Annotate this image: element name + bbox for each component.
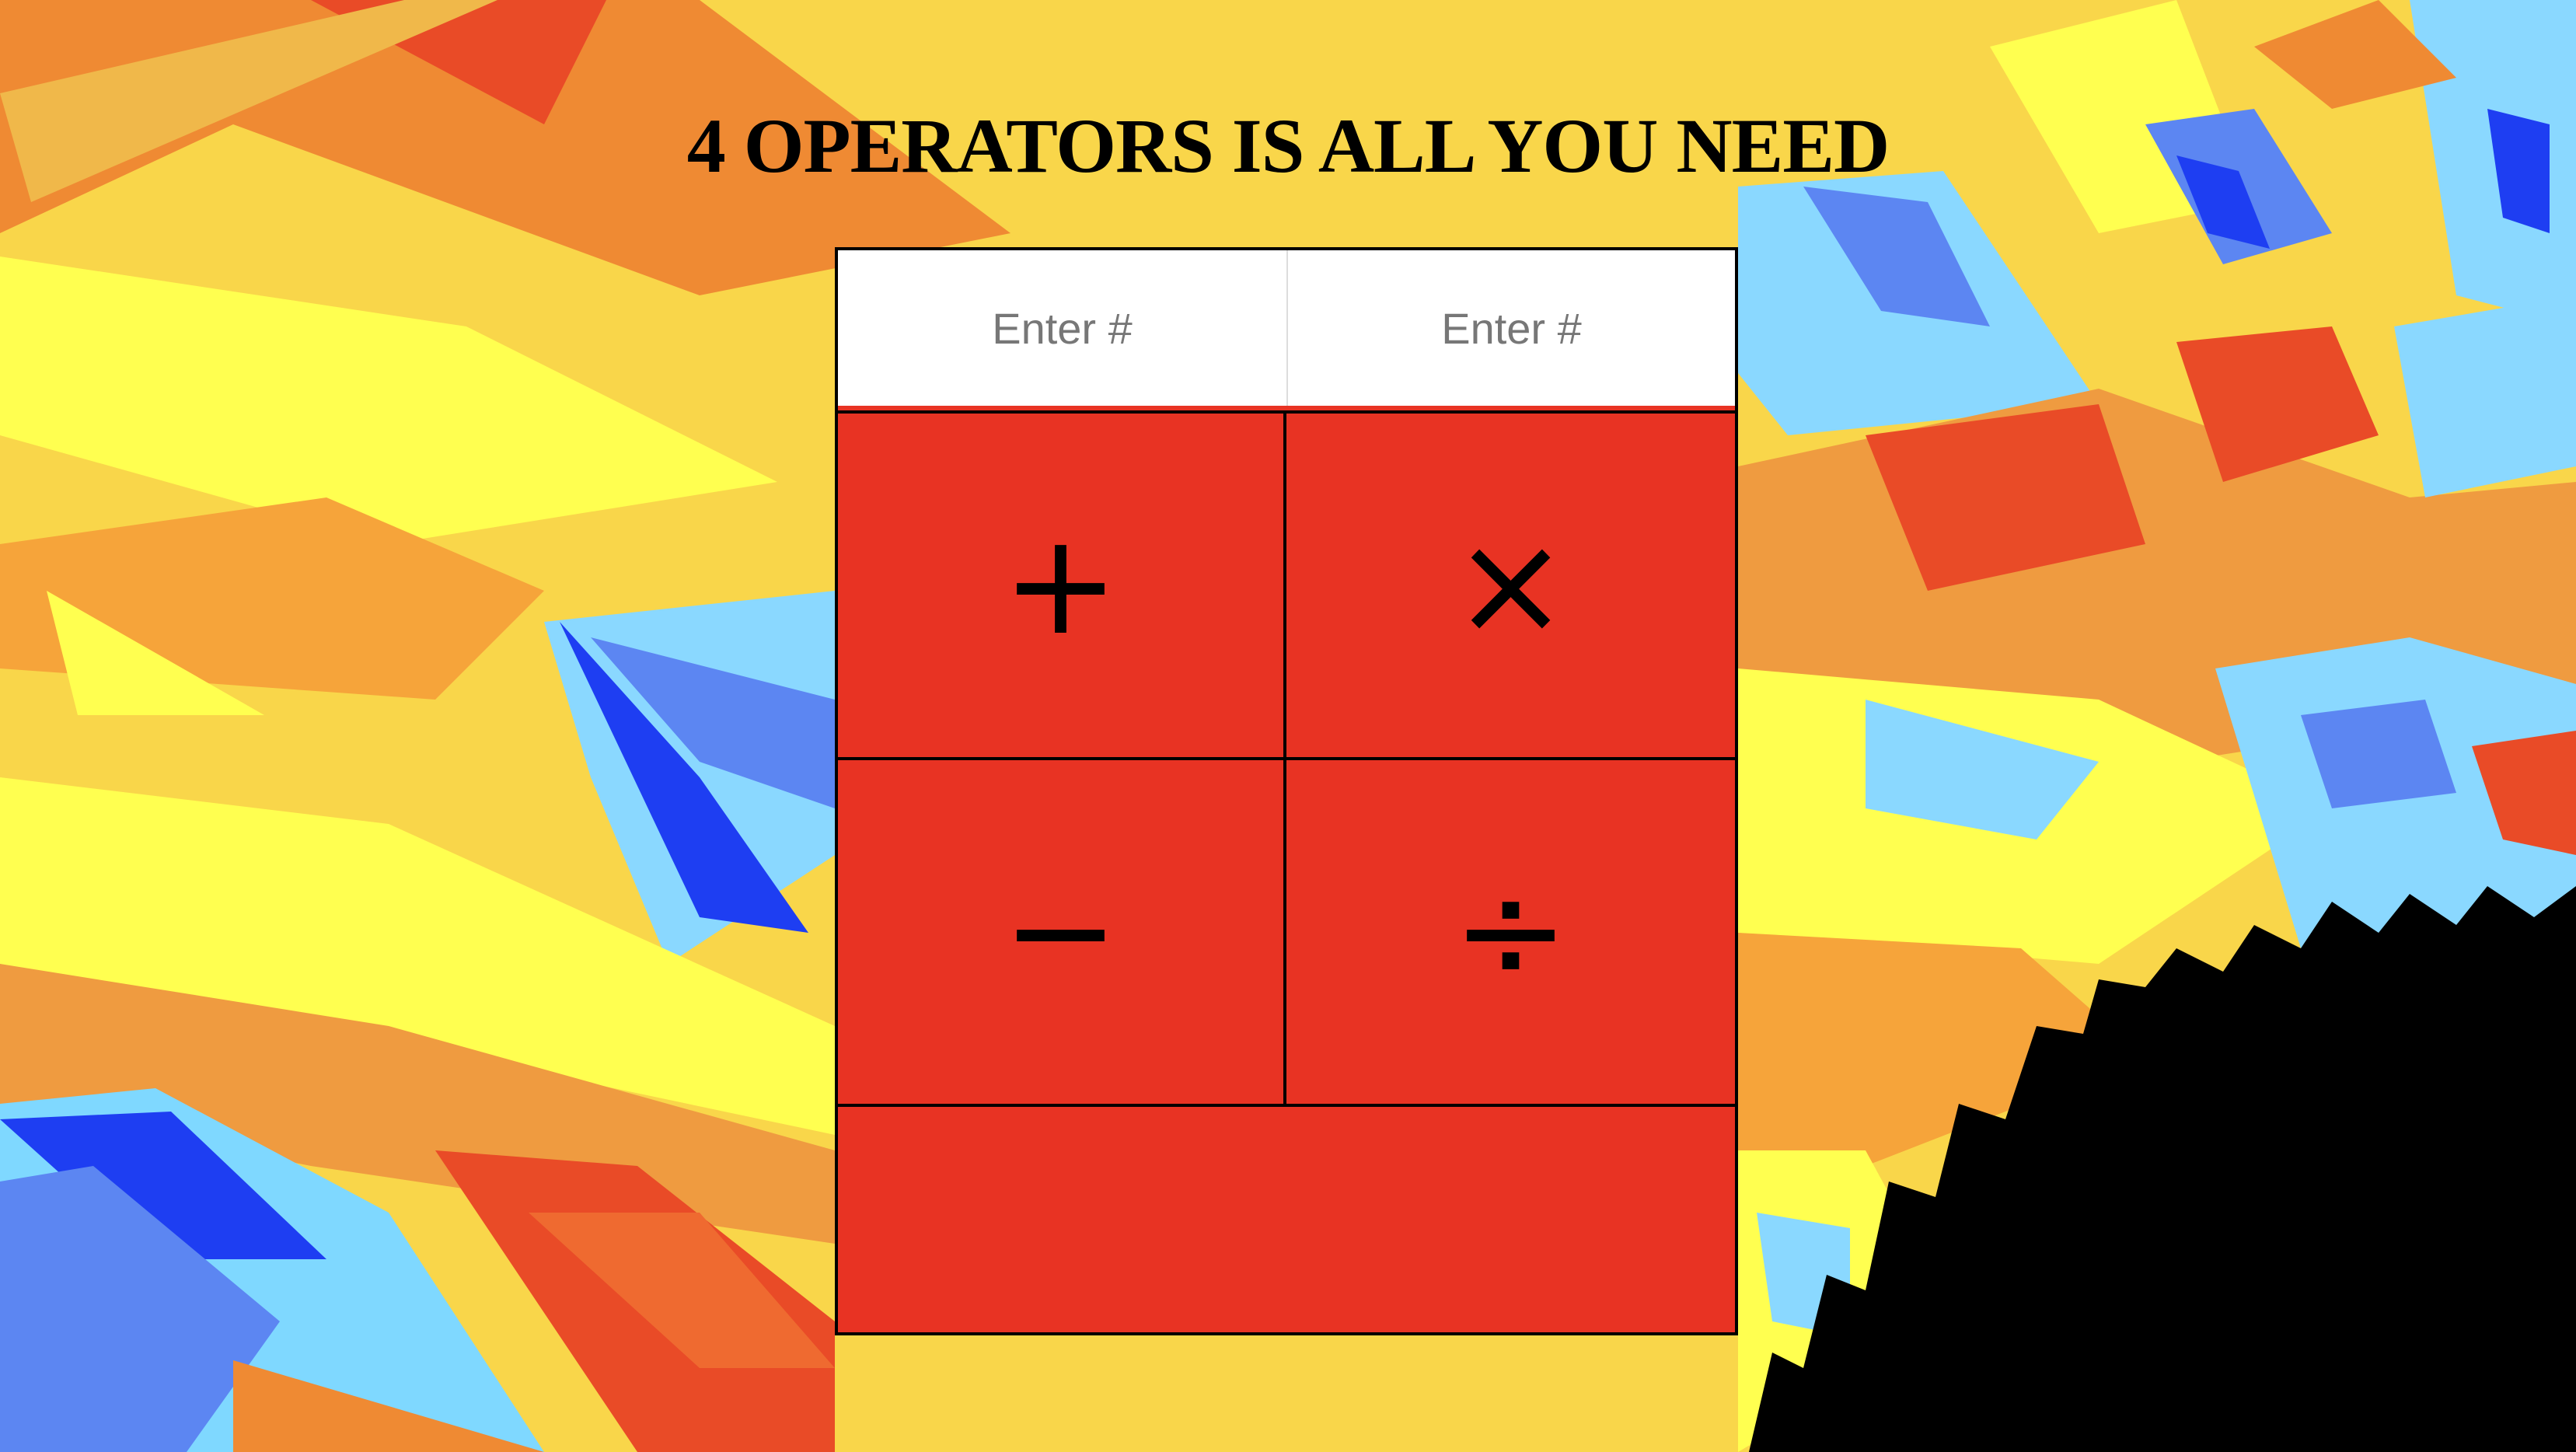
subtract-button[interactable]: − xyxy=(838,760,1286,1107)
multiply-button[interactable]: × xyxy=(1286,414,1735,760)
divide-icon: ÷ xyxy=(1452,850,1569,1013)
result-display xyxy=(838,1108,1735,1332)
operator-grid: + × − ÷ xyxy=(838,410,1735,1107)
second-number-input[interactable] xyxy=(1286,250,1735,406)
page-title: 4 OPERATORS IS ALL YOU NEED xyxy=(686,103,1890,189)
minus-icon: − xyxy=(1002,850,1119,1013)
multiply-icon: × xyxy=(1452,504,1569,666)
first-number-input[interactable] xyxy=(838,250,1286,406)
add-button[interactable]: + xyxy=(838,414,1286,760)
divide-button[interactable]: ÷ xyxy=(1286,760,1735,1107)
number-inputs-row xyxy=(838,250,1735,410)
calculator: + × − ÷ xyxy=(835,247,1738,1335)
plus-icon: + xyxy=(1002,504,1119,666)
